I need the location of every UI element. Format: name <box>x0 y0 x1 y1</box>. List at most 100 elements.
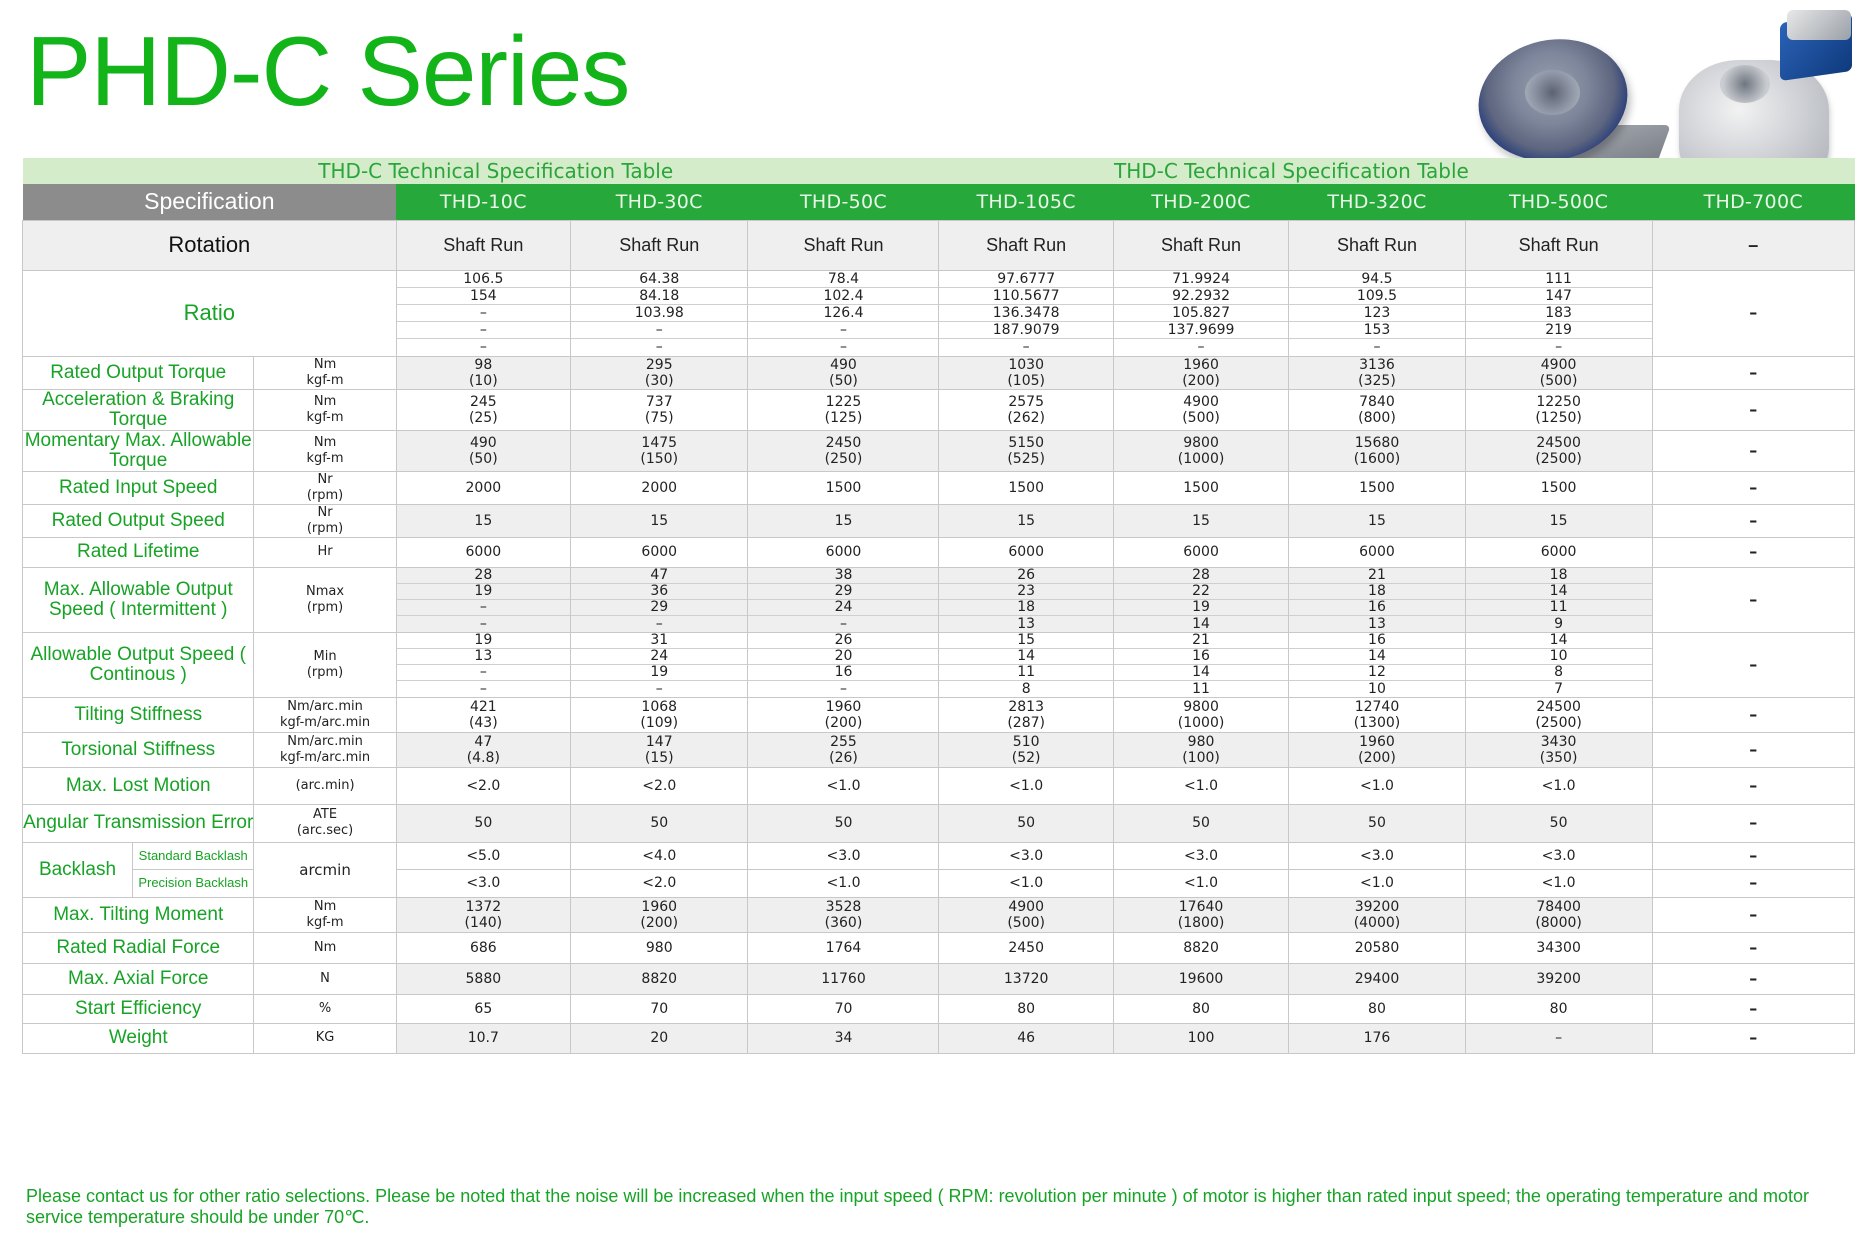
row-rotation: Rotation Shaft Run Shaft Run Shaft Run Shaft… <box>22 219 1855 271</box>
cell-value: 29 <box>748 583 939 600</box>
cell-value: 15 <box>939 632 1113 649</box>
cell-line: 24500 <box>1536 698 1581 715</box>
cell-value: Shaft Run <box>395 219 572 271</box>
cell-line: 6000 <box>1183 544 1219 560</box>
cell-line: (30) <box>644 372 674 389</box>
cell-line: 6000 <box>1540 544 1577 560</box>
cell-line: – <box>1749 362 1758 382</box>
page-title: PHD-C Series <box>26 16 630 126</box>
cell-value: – <box>1651 931 1855 964</box>
row-rated-radial-force: Rated Radial Force Nm 686 980 1764 2450 8820 20… <box>21 931 1855 964</box>
cell-value: 421 (43) <box>395 696 572 733</box>
cell-stack: 28 19– – <box>395 566 572 633</box>
cell-value: <1.0 <box>1288 869 1466 898</box>
cell-value: 9 <box>1554 615 1564 632</box>
cell-line: 20 <box>650 1030 669 1046</box>
cell-line: 34 <box>834 1030 853 1046</box>
cell-value: 29400 <box>1288 962 1466 995</box>
cell-value: 12250 (1250) <box>1464 388 1653 431</box>
cell-line: (2500) <box>1535 714 1582 731</box>
cell-value: 6000 <box>395 536 572 568</box>
cell-line: (10) <box>468 372 498 389</box>
cell-value: 15 <box>747 503 940 538</box>
cell-value: 10.7 <box>395 1022 572 1054</box>
cell-value: 147 (15) <box>569 731 749 768</box>
cell-value: – <box>479 680 487 697</box>
cell-line: – <box>1749 998 1758 1018</box>
cell-line: 50 <box>650 815 669 831</box>
unit-line: Nm/arc.min <box>287 698 363 714</box>
cell-value: 78400 (8000) <box>1464 896 1653 933</box>
cell-line: 6000 <box>825 544 862 560</box>
cell-value: 23 <box>939 583 1113 600</box>
row-unit: Min (rpm) <box>253 631 397 698</box>
cell-value: 14 <box>1465 632 1652 649</box>
row-max-tilting-moment: Max. Tilting Moment Nm kgf-m 1372 (140) 1960(… <box>21 896 1855 933</box>
cell-line: 176 <box>1363 1030 1391 1046</box>
cell-line: (287) <box>1007 714 1045 731</box>
cell-line: – <box>1749 542 1758 561</box>
cell-stack: 94.5 109.5 123 153– <box>1288 269 1466 357</box>
unit-line: Nm <box>313 898 337 914</box>
cell-value: <3.0 <box>395 869 572 898</box>
model-header-thd-50c: THD-50C <box>747 184 939 220</box>
cell-value: 4900 (500) <box>938 896 1114 933</box>
cell-line: 295 <box>645 356 673 373</box>
cell-line: (262) <box>1007 409 1045 426</box>
cell-stack: 78.4 102.4 126.4– – <box>747 269 940 357</box>
cell-value: 92.2932 <box>1113 288 1289 305</box>
cell-line: 1960 <box>1359 733 1395 750</box>
cell-stack: 31 24 19– <box>569 631 749 698</box>
cell-line: 2000 <box>641 479 678 496</box>
cell-line: – <box>1749 813 1758 832</box>
cell-line: (1250) <box>1535 409 1582 426</box>
cell-line: 8820 <box>641 970 678 987</box>
model-header-thd-320c: THD-320C <box>1288 184 1466 220</box>
cell-line: 4900 <box>1183 393 1219 410</box>
cell-value: – <box>1464 1022 1653 1054</box>
cell-line: (100) <box>1182 749 1220 766</box>
cell-line: 24500 <box>1536 434 1581 451</box>
cell-line: 15 <box>1368 512 1386 529</box>
cell-line: 15 <box>834 512 853 529</box>
cell-value: 64.38 <box>571 271 748 288</box>
row-unit: Nmax (rpm) <box>253 566 397 633</box>
cell-value: – <box>655 615 663 632</box>
row-label: Momentary Max. Allowable Torque <box>21 429 255 472</box>
cell-value: Shaft Run <box>1464 219 1653 271</box>
cell-line: 78400 <box>1536 898 1581 915</box>
cell-line: <1.0 <box>1184 777 1219 794</box>
cell-line: (109) <box>640 714 679 731</box>
cell-line: (200) <box>1358 749 1396 766</box>
cell-value: 21 <box>1113 632 1289 649</box>
cell-value: – <box>1651 1022 1855 1054</box>
cell-line: 255 <box>830 733 857 750</box>
cell-value: 16 <box>1113 648 1289 665</box>
row-max-lost-motion: Max. Lost Motion (arc.min) <2.0 <2.0 <1.0 <1.… <box>21 766 1855 805</box>
cell-line: 7840 <box>1359 393 1395 410</box>
cell-line: (52) <box>1011 749 1041 766</box>
row-unit: Hr <box>253 536 397 568</box>
cell-value: <2.0 <box>569 766 749 805</box>
cell-line: (325) <box>1358 372 1396 389</box>
cell-stack: 97.6777 110.5677 136.3478 187.9079– <box>938 269 1114 357</box>
cell-value: <4.0 <box>569 841 749 870</box>
cell-line: 1500 <box>1008 479 1044 496</box>
row-weight: Weight KG 10.7 20 34 46 100 176 – – <box>21 1022 1855 1054</box>
cell-value: 137.9699 <box>1113 322 1289 339</box>
cell-value: 1960 (200) <box>1288 731 1466 768</box>
cell-line: 80 <box>1549 1000 1568 1017</box>
unit-line: Nr <box>317 471 333 487</box>
cell-line: 3528 <box>825 898 862 915</box>
cell-line: 12250 <box>1536 393 1581 410</box>
row-unit: Nm kgf-m <box>253 388 397 431</box>
cell-value: <3.0 <box>938 841 1114 870</box>
cell-value: 24500 (2500) <box>1464 429 1653 472</box>
cell-line: 1764 <box>825 939 862 956</box>
unit-line: kgf-m/arc.min <box>279 749 371 765</box>
cell-value: 94.5 <box>1289 271 1465 288</box>
cell-value: 19 <box>1113 599 1289 616</box>
cell-line: 1225 <box>825 393 862 410</box>
cell-value: 103.98 <box>571 305 748 322</box>
row-unit: % <box>253 993 397 1024</box>
